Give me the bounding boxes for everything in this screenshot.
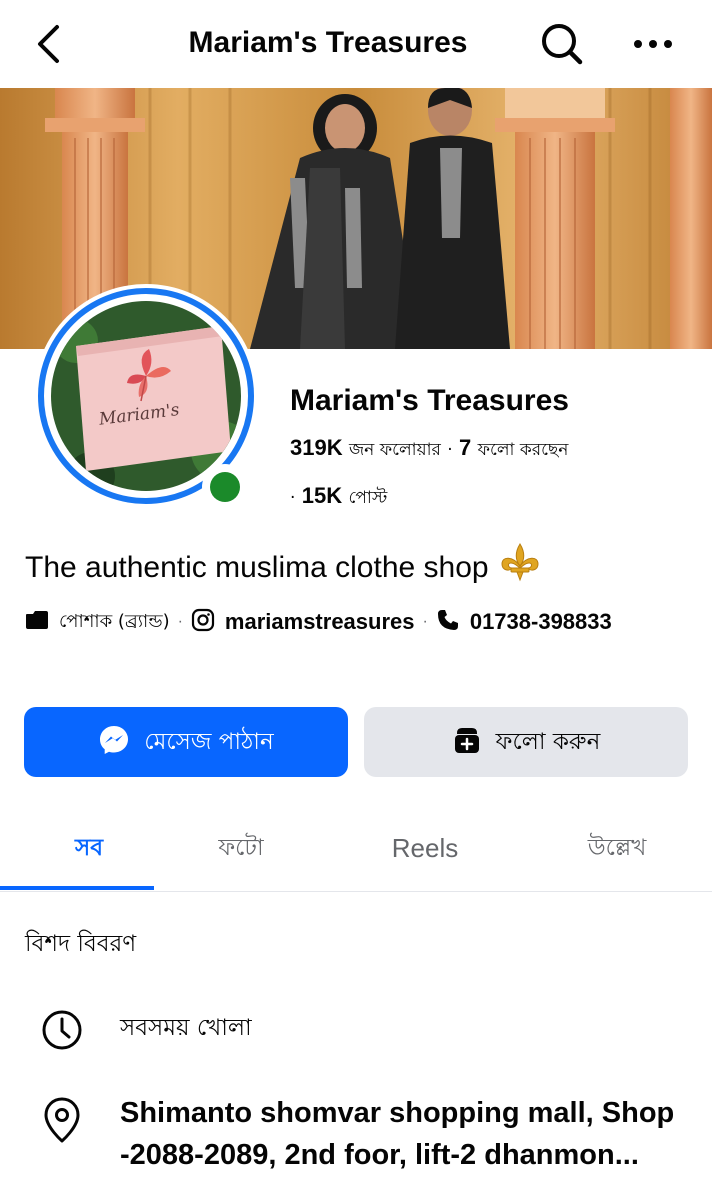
profile-name: Mariam's Treasures <box>290 384 569 417</box>
page-title: Mariam's Treasures <box>188 26 468 59</box>
hours-text: সবসময় খোলা <box>120 1015 252 1041</box>
info-separator: · <box>422 613 428 630</box>
tab-mentions[interactable]: উল্লেখ <box>528 806 706 890</box>
messenger-icon <box>98 724 130 761</box>
fleur-de-lis-icon <box>499 542 541 593</box>
send-message-label: মেসেজ পাঠান <box>144 728 274 755</box>
back-arrow-icon <box>38 25 59 63</box>
phone-number[interactable]: 01738-398833 <box>470 609 612 635</box>
hours-row: সবসময় খোলা <box>40 1008 252 1052</box>
active-tab-indicator <box>0 886 154 890</box>
followers-label: জন ফলোয়ার <box>348 440 441 460</box>
search-icon <box>542 24 583 65</box>
clock-icon <box>40 1008 84 1052</box>
details-heading: বিশদ বিবরণ <box>25 931 137 957</box>
instagram-link[interactable]: mariamstreasures <box>225 609 415 635</box>
profile-tabs: সব ফটো Reels উল্লেখ <box>0 806 712 892</box>
follower-stats: 319K জন ফলোয়ার · 7 ফলো করছেন <box>290 434 568 464</box>
followers-count[interactable]: 319K <box>290 435 343 460</box>
info-row: পোশাক (ব্র্যান্ড) · mariamstreasures · 0… <box>25 604 612 640</box>
tab-photos[interactable]: ফটো <box>152 806 330 890</box>
follow-label: ফলো করুন <box>495 728 601 755</box>
following-count[interactable]: 7 <box>459 435 471 460</box>
category-icon <box>25 610 49 635</box>
info-separator: · <box>177 613 183 630</box>
stats-separator: · <box>447 440 453 460</box>
more-dots-icon <box>634 40 672 48</box>
category-label: পোশাক (ব্র্যান্ড) <box>59 610 170 632</box>
instagram-icon <box>191 608 215 637</box>
posts-stats: · 15K পোস্ট <box>290 482 387 512</box>
online-dot-icon <box>210 472 240 502</box>
posts-label: পোস্ট <box>348 488 388 508</box>
posts-count: 15K <box>301 483 343 508</box>
phone-icon <box>436 608 460 637</box>
bio-text: The authentic muslima clothe shop <box>25 550 489 584</box>
back-button[interactable] <box>28 22 68 66</box>
follow-icon <box>452 725 482 760</box>
send-message-button[interactable]: মেসেজ পাঠান <box>24 707 348 777</box>
address-text: Shimanto shomvar shopping mall, Shop -20… <box>120 1097 675 1171</box>
avatar[interactable]: Mariam's <box>51 301 241 491</box>
search-button[interactable] <box>536 18 588 70</box>
more-options-button[interactable] <box>628 22 678 66</box>
location-pin-icon <box>40 1097 84 1143</box>
tab-reels[interactable]: Reels <box>336 806 514 890</box>
top-bar: Mariam's Treasures <box>0 0 712 88</box>
bio: The authentic muslima clothe shop <box>25 542 541 593</box>
follow-button[interactable]: ফলো করুন <box>364 707 688 777</box>
avatar-illustration: Mariam's <box>51 301 241 491</box>
address-row[interactable]: Shimanto shomvar shopping mall, Shop -20… <box>40 1092 690 1176</box>
posts-separator: · <box>290 488 296 508</box>
online-status-indicator <box>202 464 248 510</box>
following-label: ফলো করছেন <box>477 440 569 460</box>
